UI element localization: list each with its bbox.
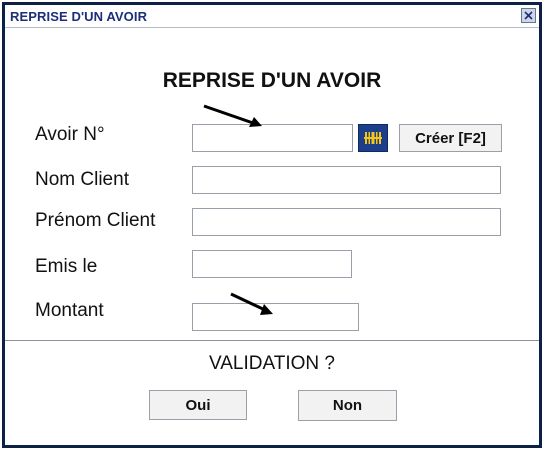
arrow-annotation-icon — [203, 104, 262, 127]
create-button[interactable]: Créer [F2] — [399, 124, 502, 152]
title-bar: REPRISE D'UN AVOIR — [5, 5, 539, 28]
prenom-client-label: Prénom Client — [35, 210, 156, 231]
divider — [5, 340, 539, 341]
close-button[interactable] — [521, 8, 536, 23]
prenom-client-input[interactable] — [192, 208, 501, 236]
validation-question: VALIDATION ? — [209, 353, 335, 374]
close-icon — [524, 11, 533, 20]
nom-client-input[interactable] — [192, 166, 501, 194]
barcode-button[interactable] — [358, 124, 388, 152]
arrow-annotation-icon — [230, 292, 273, 315]
window-title: REPRISE D'UN AVOIR — [10, 9, 148, 24]
montant-label: Montant — [35, 300, 104, 321]
no-button[interactable]: Non — [298, 390, 397, 421]
yes-button[interactable]: Oui — [149, 390, 247, 420]
dialog-window: REPRISE D'UN AVOIR REPRISE D'UN AVOIR Av… — [2, 2, 542, 448]
avoir-number-label: Avoir N° — [35, 124, 105, 145]
emis-le-input[interactable] — [192, 250, 352, 278]
form-heading: REPRISE D'UN AVOIR — [162, 69, 382, 92]
barcode-icon — [364, 132, 382, 144]
emis-le-label: Emis le — [35, 256, 98, 277]
nom-client-label: Nom Client — [35, 169, 129, 190]
